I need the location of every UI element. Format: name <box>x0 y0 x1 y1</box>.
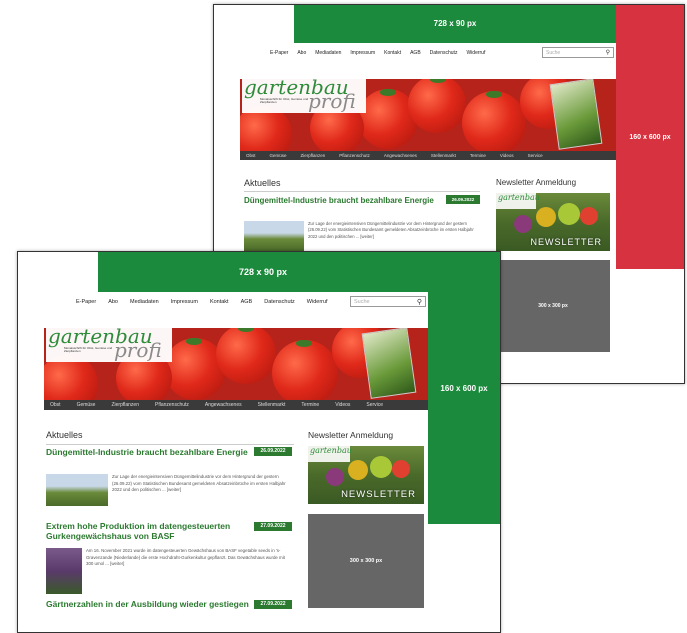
search-icon[interactable]: ⚲ <box>606 49 610 56</box>
aktuelles-heading: Aktuelles <box>46 430 83 440</box>
article-date: 27.09.2022 <box>254 522 292 531</box>
article-date: 26.09.2022 <box>446 195 480 204</box>
menu-item[interactable]: Stellenmarkt <box>431 153 456 158</box>
menu-item[interactable]: Obst <box>50 402 61 408</box>
logo-tagline: Monatsschrift für Obst, Gemüse und Zierp… <box>64 346 113 354</box>
article-teaser: Zur Lage der energieintensiven Düngemitt… <box>308 221 474 239</box>
article-teaser: Am 16. November 2021 wurde im datengeste… <box>86 548 285 567</box>
skyscraper-ad[interactable]: 160 x 600 px <box>428 252 500 524</box>
menu-item[interactable]: Termine <box>470 153 486 158</box>
logo-sub-text: profi <box>114 338 162 362</box>
search-icon[interactable]: ⚲ <box>417 298 422 306</box>
newsletter-badge: NEWSLETTER <box>530 237 602 247</box>
article-teaser: Zur Lage der energieintensiven Düngemitt… <box>112 474 286 493</box>
nav-item[interactable]: E-Paper <box>76 299 96 305</box>
search-input[interactable]: Suche ⚲ <box>542 47 614 58</box>
nav-item[interactable]: Widerruf <box>466 50 485 56</box>
menu-item[interactable]: Angewachsenes <box>384 153 417 158</box>
menu-item[interactable]: Service <box>528 153 543 158</box>
logo[interactable]: gartenbau profi Monatsschrift für Obst, … <box>242 79 366 113</box>
menu-item[interactable]: Obst <box>246 153 256 158</box>
logo-sub-text: profi <box>308 89 356 113</box>
newsletter-logo-text: gartenbau <box>498 193 540 202</box>
nav-item[interactable]: Kontakt <box>384 50 401 56</box>
leaderboard-ad[interactable]: 728 x 90 px <box>98 252 428 292</box>
menu-item[interactable]: Angewachsenes <box>205 402 242 408</box>
nav-item[interactable]: AGB <box>410 50 421 56</box>
menu-item[interactable]: Zierpflanzen <box>111 402 139 408</box>
leaderboard-ad[interactable]: 728 x 90 px <box>294 5 616 43</box>
search-input[interactable]: Suche ⚲ <box>350 296 426 307</box>
newsletter-heading: Newsletter Anmeldung <box>496 178 577 187</box>
menu-item[interactable]: Pflanzenschutz <box>155 402 189 408</box>
article-date: 27.09.2022 <box>254 600 292 609</box>
search-placeholder: Suche <box>546 49 561 56</box>
rectangle-ad[interactable]: 300 x 300 px <box>308 514 424 608</box>
article-title[interactable]: Extrem hohe Produktion im datengesteuert… <box>46 521 254 542</box>
menu-item[interactable]: Zierpflanzen <box>301 153 326 158</box>
logo[interactable]: gartenbau profi Monatsschrift für Obst, … <box>46 328 172 362</box>
nav-item[interactable]: E-Paper <box>270 50 288 56</box>
menu-item[interactable]: Gemüse <box>270 153 287 158</box>
nav-item[interactable]: Impressum <box>171 299 198 305</box>
nav-item[interactable]: Widerruf <box>307 299 328 305</box>
top-nav: E-Paper Abo Mediadaten Impressum Kontakt… <box>76 296 328 308</box>
newsletter-heading: Newsletter Anmeldung <box>308 430 394 440</box>
menu-item[interactable]: Service <box>366 402 383 408</box>
article-thumbnail[interactable] <box>244 221 304 251</box>
rectangle-ad[interactable]: 300 x 300 px <box>496 260 610 352</box>
article-title[interactable]: Gärtnerzahlen in der Ausbildung wieder g… <box>46 599 254 610</box>
newsletter-badge: NEWSLETTER <box>341 489 416 500</box>
main-menu: Obst Gemüse Zierpflanzen Pflanzenschutz … <box>240 151 616 160</box>
aktuelles-heading: Aktuelles <box>244 178 281 188</box>
divider <box>46 444 294 445</box>
article-thumbnail[interactable] <box>46 474 108 506</box>
nav-item[interactable]: Datenschutz <box>264 299 295 305</box>
newsletter-logo-text: gartenbau <box>310 446 352 455</box>
nav-item[interactable]: Mediadaten <box>315 50 341 56</box>
menu-item[interactable]: Pflanzenschutz <box>339 153 370 158</box>
menu-item[interactable]: Termine <box>301 402 319 408</box>
magazine-cover <box>361 328 417 399</box>
menu-item[interactable]: Videos <box>335 402 350 408</box>
nav-item[interactable]: AGB <box>241 299 253 305</box>
article-title[interactable]: Düngemittel-Industrie braucht bezahlbare… <box>46 447 254 458</box>
newsletter-banner[interactable]: gartenbau NEWSLETTER <box>496 193 610 251</box>
nav-item[interactable]: Mediadaten <box>130 299 159 305</box>
divider <box>244 191 480 192</box>
skyscraper-ad[interactable]: 160 x 600 px <box>616 5 684 269</box>
hero-banner: gartenbau profi Monatsschrift für Obst, … <box>44 328 428 400</box>
article-date: 26.09.2022 <box>254 447 292 456</box>
nav-item[interactable]: Datenschutz <box>430 50 458 56</box>
front-screenshot: 728 x 90 px 160 x 600 px E-Paper Abo Med… <box>17 251 501 633</box>
nav-item[interactable]: Abo <box>108 299 118 305</box>
article-thumbnail[interactable] <box>46 548 82 594</box>
main-menu: Obst Gemüse Zierpflanzen Pflanzenschutz … <box>44 400 428 410</box>
menu-item[interactable]: Stellenmarkt <box>258 402 286 408</box>
article-title[interactable]: Düngemittel-Industrie braucht bezahlbare… <box>244 196 444 205</box>
nav-item[interactable]: Abo <box>297 50 306 56</box>
menu-item[interactable]: Gemüse <box>77 402 96 408</box>
hero-banner: gartenbau profi Monatsschrift für Obst, … <box>240 79 616 151</box>
nav-item[interactable]: Impressum <box>350 50 375 56</box>
top-nav: E-Paper Abo Mediadaten Impressum Kontakt… <box>270 47 485 59</box>
nav-item[interactable]: Kontakt <box>210 299 229 305</box>
menu-item[interactable]: Videos <box>500 153 514 158</box>
search-placeholder: Suche <box>354 298 370 305</box>
logo-tagline: Monatsschrift für Obst, Gemüse und Zierp… <box>260 97 309 105</box>
magazine-cover <box>549 79 603 150</box>
newsletter-banner[interactable]: gartenbau NEWSLETTER <box>308 446 424 504</box>
